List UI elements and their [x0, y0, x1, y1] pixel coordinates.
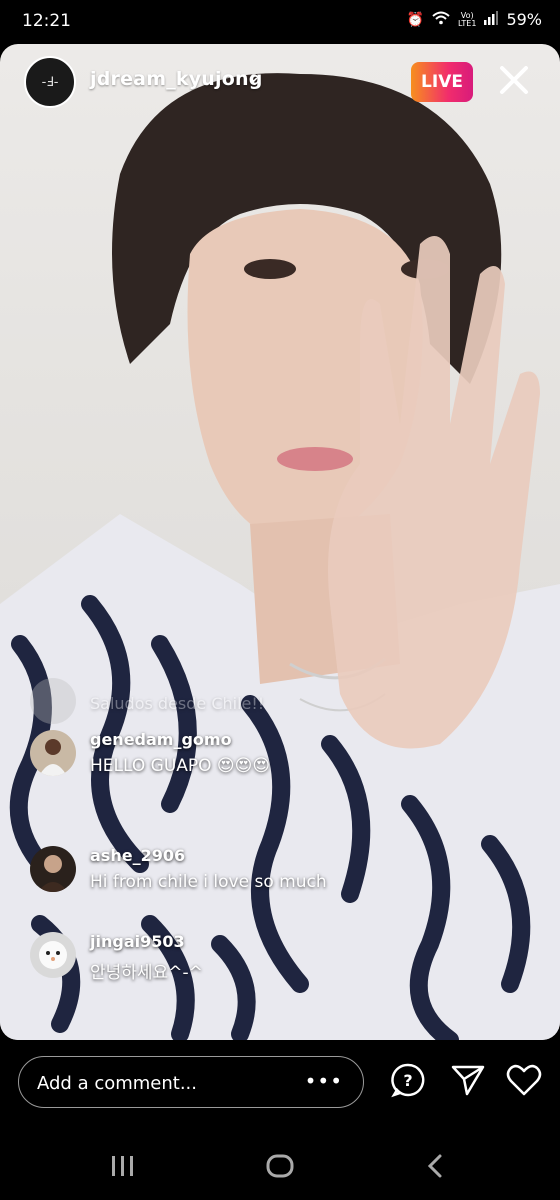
bottom-action-bar: ••• ? [0, 1046, 560, 1126]
heart-icon[interactable] [506, 1062, 542, 1098]
comment-text: Saludos desde Chile!! [90, 694, 265, 713]
commenter-avatar[interactable] [30, 678, 76, 724]
live-badge: LIVE [411, 62, 473, 102]
commenter-username[interactable]: genedam_gomo [90, 730, 232, 749]
network-label: Vo) LTE1 [458, 10, 477, 28]
comment-box[interactable]: ••• [18, 1056, 364, 1108]
home-icon[interactable] [262, 1148, 298, 1184]
commenter-avatar[interactable] [30, 730, 76, 776]
send-icon[interactable] [450, 1062, 486, 1098]
alarm-icon: ⏰ [406, 11, 425, 28]
system-navigation-bar [0, 1130, 560, 1200]
commenter-avatar[interactable] [30, 932, 76, 978]
avatar-icon: -Ⅎ- [41, 74, 59, 90]
comment-item: jingai9503 안녕하세요^-^ [30, 932, 530, 992]
signal-icon [484, 10, 499, 29]
back-icon[interactable] [418, 1148, 454, 1184]
comment-input[interactable] [35, 1067, 309, 1099]
wifi-icon [432, 11, 450, 29]
chevron-down-icon[interactable]: ⌄ [246, 66, 261, 87]
host-avatar[interactable]: -Ⅎ- [24, 56, 76, 108]
status-icons: ⏰ Vo) LTE1 59% [407, 10, 542, 29]
avatar-icon [30, 730, 76, 776]
comment-text: HELLO GUAPO 😍😍😍 [90, 756, 271, 776]
question-icon[interactable]: ? [390, 1062, 426, 1098]
recent-apps-icon[interactable] [104, 1148, 140, 1184]
commenter-avatar[interactable] [30, 846, 76, 892]
avatar-icon [30, 932, 76, 978]
commenter-username[interactable]: jingai9503 [90, 932, 185, 951]
battery-level: 59% [506, 10, 542, 29]
close-icon[interactable] [494, 60, 534, 100]
live-header: -Ⅎ- jdream_kyujong ⌄ LIVE [0, 44, 560, 124]
status-bar: 12:21 ⏰ Vo) LTE1 59% [0, 0, 560, 44]
avatar-icon [30, 846, 76, 892]
comment-item: Saludos desde Chile!! [30, 678, 530, 738]
host-username[interactable]: jdream_kyujong [90, 68, 263, 90]
comment-text: 안녕하세요^-^ [90, 963, 203, 983]
comment-item: genedam_gomo HELLO GUAPO 😍😍😍 [30, 730, 530, 790]
more-options-button[interactable]: ••• [305, 1069, 343, 1093]
comment-text: Hi from chile i love so much [90, 872, 327, 892]
svg-text:?: ? [403, 1071, 412, 1090]
status-time: 12:21 [22, 11, 71, 31]
comment-item: ashe_2906 Hi from chile i love so much [30, 846, 530, 906]
commenter-username[interactable]: ashe_2906 [90, 846, 185, 865]
